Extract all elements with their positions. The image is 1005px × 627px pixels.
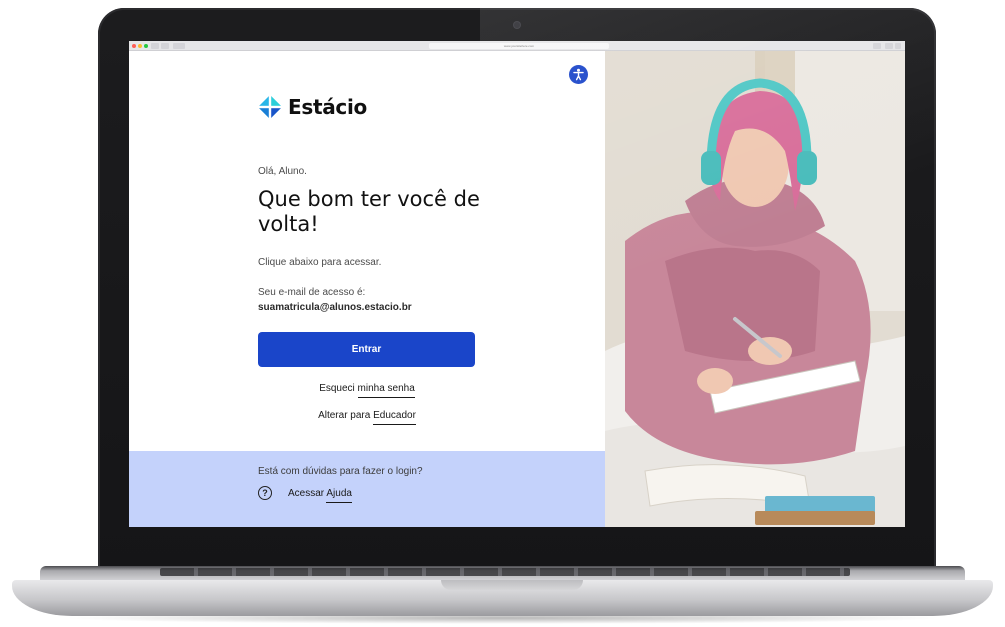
share-button[interactable] <box>873 43 881 49</box>
close-dot[interactable] <box>132 44 136 48</box>
email-value: suamatricula@alunos.estacio.br <box>258 302 412 313</box>
enter-button[interactable]: Entrar <box>258 332 475 367</box>
laptop-mockup: www.yoursitehere.com Estácio Olá, Aluno.… <box>0 0 1005 627</box>
brand-name: Estácio <box>288 95 367 119</box>
forgot-password-link[interactable]: Esqueci minha senha <box>129 383 605 398</box>
maximize-dot[interactable] <box>144 44 148 48</box>
switch-prefix: Alterar para <box>318 410 374 421</box>
help-link[interactable]: Acessar Ajuda <box>288 487 352 503</box>
page-title: Que bom ter você de volta! <box>258 187 480 236</box>
switch-link-text[interactable]: Educador <box>373 410 416 425</box>
back-button[interactable] <box>151 43 159 49</box>
forward-button[interactable] <box>161 43 169 49</box>
student-with-headphones-photo <box>605 51 905 527</box>
help-row[interactable]: ? Acessar Ajuda <box>258 486 352 503</box>
help-circle-icon: ? <box>258 486 272 500</box>
forgot-link-text[interactable]: minha senha <box>357 383 415 398</box>
login-panel: Estácio Olá, Aluno. Que bom ter você de … <box>129 51 605 527</box>
keyboard-edge <box>160 568 850 576</box>
help-question: Está com dúvidas para fazer o login? <box>258 466 423 477</box>
browser-toolbar: www.yoursitehere.com <box>129 41 905 51</box>
greeting-text: Olá, Aluno. <box>258 166 307 177</box>
laptop-notch <box>441 580 583 590</box>
webcam <box>514 22 520 28</box>
accessibility-icon[interactable] <box>569 65 588 84</box>
sidebar-button[interactable] <box>173 43 185 49</box>
estacio-diamond-icon <box>258 95 282 119</box>
laptop-screen: www.yoursitehere.com Estácio Olá, Aluno.… <box>129 41 905 527</box>
estacio-logo: Estácio <box>258 95 367 119</box>
switch-to-educator-link[interactable]: Alterar para Educador <box>129 410 605 425</box>
forgot-prefix: Esqueci <box>319 383 358 394</box>
new-tab-button[interactable] <box>885 43 893 49</box>
help-prefix: Acessar <box>288 487 327 499</box>
address-bar[interactable]: www.yoursitehere.com <box>429 43 609 49</box>
minimize-dot[interactable] <box>138 44 142 48</box>
help-section: Está com dúvidas para fazer o login? ? A… <box>129 451 605 527</box>
help-link-text[interactable]: Ajuda <box>326 487 352 503</box>
instruction-text: Clique abaixo para acessar. <box>258 257 382 268</box>
window-controls <box>132 44 148 48</box>
tabs-button[interactable] <box>895 43 901 49</box>
email-label: Seu e-mail de acesso é: <box>258 287 366 298</box>
